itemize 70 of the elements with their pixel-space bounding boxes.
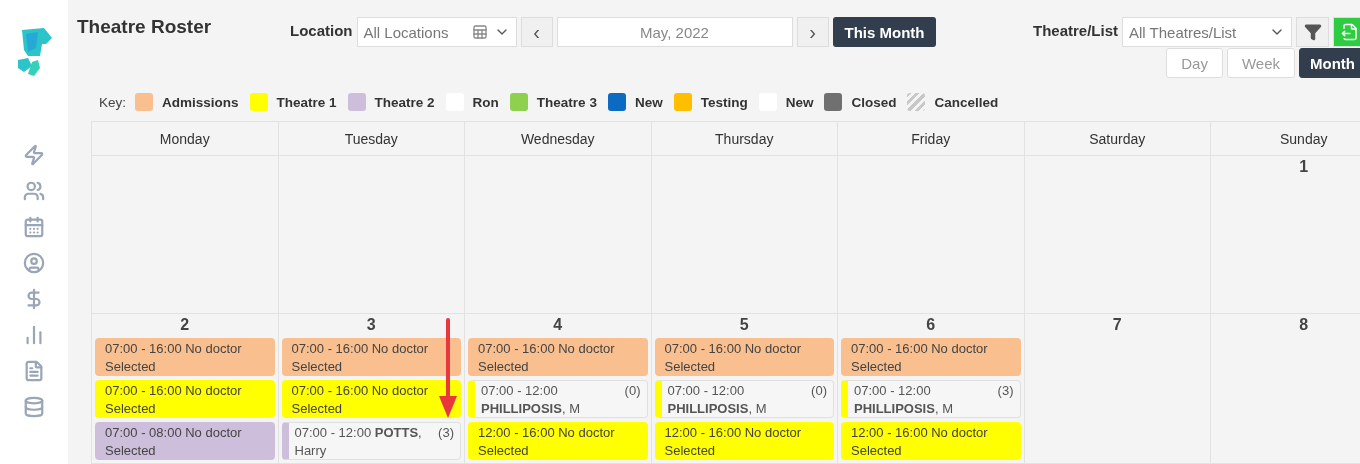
calendar-icon[interactable]: [23, 216, 45, 238]
roster-event[interactable]: 12:00 - 16:00 No doctor Selected: [841, 422, 1021, 460]
legend-label: Admissions: [162, 94, 239, 110]
roster-event[interactable]: 07:00 - 12:00 POTTS, Harry (3): [281, 422, 461, 460]
filter-button[interactable]: [1296, 17, 1329, 47]
legend-label: Theatre 3: [536, 94, 597, 110]
month-field[interactable]: May, 2022: [556, 17, 793, 47]
theatre-label: Theatre/List: [1032, 22, 1118, 39]
spreadsheet-icon: [471, 24, 488, 40]
weekday-header: Saturday: [1024, 121, 1211, 156]
key-label: Key:: [99, 94, 126, 110]
previous-button[interactable]: ‹: [520, 17, 553, 47]
roster-event[interactable]: 07:00 - 16:00 No doctor Selected: [281, 380, 461, 418]
document-icon[interactable]: [23, 360, 45, 382]
legend-label: Testing: [700, 94, 748, 110]
legend-label: New: [634, 94, 663, 110]
weekday-header: Wednesday: [465, 121, 652, 156]
legend-label: Closed: [851, 94, 897, 110]
legend-label: Cancelled: [934, 94, 999, 110]
location-label: Location: [290, 22, 353, 39]
day-cell[interactable]: 6 07:00 - 16:00 No doctor Selected 07:00 - 12:00 PHILLIPOSIS, M (3) 12:00 - 16:00 No doctor Selected: [838, 314, 1025, 464]
roster-event[interactable]: 07:00 - 12:00 PHILLIPOSIS, M (0): [654, 380, 834, 418]
legend-label: Theatre 2: [374, 94, 435, 110]
day-number: 7: [1112, 316, 1122, 334]
day-cell[interactable]: 1: [1211, 156, 1360, 314]
export-icon: [1340, 23, 1359, 41]
day-cell[interactable]: 8: [1211, 314, 1360, 464]
day-number: 8: [1299, 316, 1309, 334]
day-cell[interactable]: 4 07:00 - 16:00 No doctor Selected 07:00 - 12:00 PHILLIPOSIS, M (0) 12:00 - 16:00 No doctor Selected: [465, 314, 652, 464]
legend-label: Theatre 1: [276, 94, 337, 110]
roster-event[interactable]: 07:00 - 16:00 No doctor Selected: [95, 338, 275, 376]
day-cell[interactable]: 5 07:00 - 16:00 No doctor Selected 07:00 - 12:00 PHILLIPOSIS, M (0) 12:00 - 16:00 No doctor Selected: [651, 314, 838, 464]
roster-event[interactable]: 07:00 - 12:00 PHILLIPOSIS, M (0): [468, 380, 648, 418]
location-select[interactable]: All Locations: [356, 17, 517, 47]
day-cell[interactable]: 2 07:00 - 16:00 No doctor Selected 07:00 - 16:00 No doctor Selected 07:00 - 08:00 No doctor Selected: [92, 314, 279, 464]
lightning-icon[interactable]: [23, 144, 45, 166]
day-number: 3: [366, 316, 376, 334]
weekday-header: Thursday: [651, 121, 838, 156]
weekday-header: Friday: [838, 121, 1025, 156]
day-number: 5: [739, 316, 749, 334]
next-button[interactable]: ›: [796, 17, 829, 47]
legend-label: Ron: [472, 94, 499, 110]
database-icon[interactable]: [23, 396, 45, 418]
day-number: 4: [553, 316, 563, 334]
user-icon[interactable]: [23, 252, 45, 274]
day-cell[interactable]: 7: [1024, 314, 1211, 464]
roster-event[interactable]: 07:00 - 16:00 No doctor Selected: [654, 338, 834, 376]
roster-event[interactable]: 07:00 - 16:00 No doctor Selected: [95, 380, 275, 418]
filter-icon: [1303, 23, 1322, 41]
weekday-header: Sunday: [1211, 121, 1360, 156]
day-number: 1: [1299, 158, 1309, 176]
roster-event[interactable]: 07:00 - 16:00 No doctor Selected: [281, 338, 461, 376]
roster-event[interactable]: 12:00 - 16:00 No doctor Selected: [468, 422, 648, 460]
legend-label: New: [785, 94, 814, 110]
weekday-header: Tuesday: [278, 121, 465, 156]
people-icon[interactable]: [23, 180, 45, 202]
bar-chart-icon[interactable]: [23, 324, 45, 346]
page-title: Theatre Roster: [77, 16, 213, 38]
roster-event[interactable]: 12:00 - 16:00 No doctor Selected: [654, 422, 834, 460]
roster-event[interactable]: 07:00 - 08:00 No doctor Selected: [95, 422, 275, 460]
day-number: 6: [926, 316, 936, 334]
view-tab[interactable]: Month: [1299, 48, 1360, 78]
roster-event[interactable]: 07:00 - 12:00 PHILLIPOSIS, M (3): [841, 380, 1021, 418]
weekday-header: Monday: [92, 121, 279, 156]
day-cell[interactable]: 3 07:00 - 16:00 No doctor Selected 07:00 - 16:00 No doctor Selected 07:00 - 12:00 POTTS, Harry (3): [278, 314, 465, 464]
roster-event[interactable]: 07:00 - 16:00 No doctor Selected: [468, 338, 648, 376]
day-number: 2: [180, 316, 190, 334]
this-month-button[interactable]: This Month: [832, 17, 937, 47]
roster-event[interactable]: 07:00 - 16:00 No doctor Selected: [841, 338, 1021, 376]
theatre-select[interactable]: All Theatres/List: [1122, 17, 1292, 47]
